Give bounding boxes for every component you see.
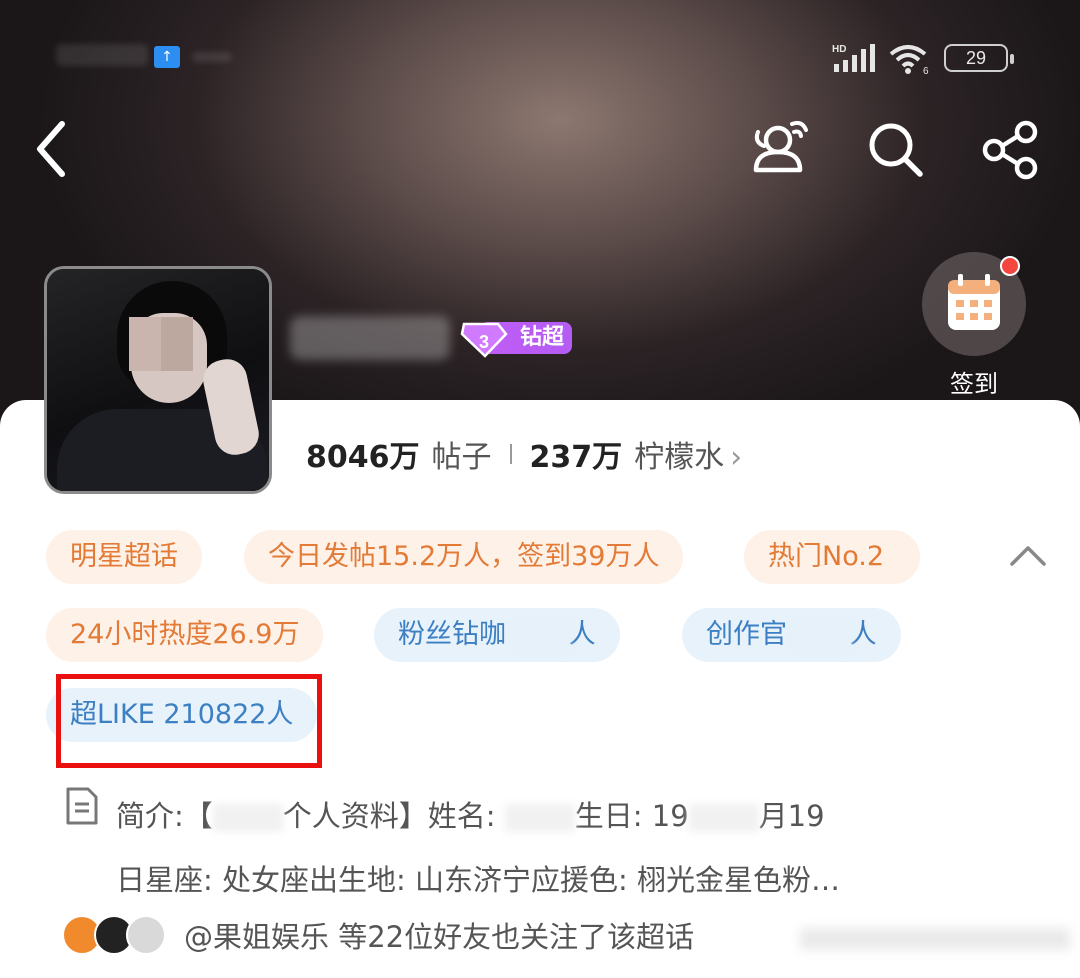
intro-prefix: 简介:【 <box>116 799 213 833</box>
tag-creator-label: 创作官 <box>706 619 787 650</box>
checkin-label: 签到 <box>950 370 998 398</box>
tag-hot-rank[interactable]: 热门No.2 <box>744 530 920 584</box>
intro-profile: 个人资料】姓名: <box>282 799 496 833</box>
notification-dot <box>1000 256 1020 276</box>
search-icon[interactable] <box>862 116 928 182</box>
intro-birthday-end: 月19 <box>758 799 825 833</box>
fan-diamond-count-blurred <box>514 622 569 649</box>
topic-stats: 8046万 帖子 237万 柠檬水 › <box>306 432 742 476</box>
fans-label[interactable]: 柠檬水 › <box>634 432 742 476</box>
friends-text: @果姐娱乐 等22位好友也关注了该超话 <box>184 920 695 954</box>
topic-intro[interactable]: 简介:【 个人资料】姓名: 生日: 19 月19 日星座: 处女座出生地: 山东济宁… <box>116 784 996 912</box>
back-chevron-icon[interactable] <box>30 118 76 180</box>
intro-name-blurred <box>212 804 283 832</box>
friends-tail-blurred <box>800 928 1070 950</box>
topic-name-blurred <box>290 316 450 360</box>
intro-birthyear-blurred <box>688 804 759 832</box>
tag-hot-rank-label: 热门No.2 <box>768 541 885 572</box>
tag-fan-diamond-label: 粉丝钻咖 <box>398 619 506 650</box>
friends-following[interactable]: @果姐娱乐 等22位好友也关注了该超话 <box>62 910 694 960</box>
svg-text:6: 6 <box>923 66 929 76</box>
friend-avatar <box>126 915 166 955</box>
intro-birthday: 生日: 19 <box>574 799 689 833</box>
upload-indicator-icon: ↑ <box>154 46 180 68</box>
tag-24h-heat-label: 24小时热度26.9万 <box>70 619 300 650</box>
status-bar: ↑ HD 6 29 <box>0 38 1080 78</box>
tag-daily-posts-label: 今日发帖15.2万人，签到39万人 <box>268 541 660 572</box>
tag-fan-diamond-suffix: 人 <box>568 619 596 650</box>
tag-24h-heat[interactable]: 24小时热度26.9万 <box>46 608 324 662</box>
avatar[interactable] <box>44 266 272 494</box>
intro-fullname-blurred <box>504 804 575 832</box>
tag-star-topic-label: 明星超话 <box>70 541 178 572</box>
fans-label-text: 柠檬水 <box>634 440 725 475</box>
tag-daily-posts[interactable]: 今日发帖15.2万人，签到39万人 <box>244 530 684 584</box>
checkin-button[interactable]: 签到 <box>920 252 1028 398</box>
status-time-blurred <box>56 44 148 66</box>
status-dots-blurred <box>192 52 232 62</box>
stats-divider <box>509 444 512 464</box>
intro-line-1: 简介:【 个人资料】姓名: 生日: 19 月19 <box>116 784 996 848</box>
tag-star-topic[interactable]: 明星超话 <box>46 530 202 584</box>
diamond-gem-icon: 3 <box>460 322 508 358</box>
diamond-super-badge[interactable]: 钻超 3 <box>458 318 574 358</box>
tag-creator[interactable]: 创作官 人 <box>682 608 901 662</box>
wifi-icon: 6 <box>889 45 929 76</box>
chevron-right-icon: › <box>730 440 743 475</box>
posts-label: 帖子 <box>431 440 492 475</box>
creator-count-blurred <box>795 622 850 649</box>
posts-count: 8046万 <box>306 440 420 475</box>
fans-count: 237万 <box>529 440 623 475</box>
checkin-circle <box>922 252 1026 356</box>
svg-text:3: 3 <box>479 332 489 352</box>
battery-indicator: 29 <box>944 44 1014 72</box>
highlight-box <box>56 674 322 768</box>
intro-line-2: 日星座: 处女座出生地: 山东济宁应援色: 栩光金星色粉… <box>116 863 840 897</box>
svg-text:HD: HD <box>832 44 846 55</box>
chevron-up-icon[interactable] <box>1006 540 1050 570</box>
cellular-signal-icon: HD <box>832 44 875 72</box>
tag-creator-suffix: 人 <box>849 619 877 650</box>
tag-fan-diamond[interactable]: 粉丝钻咖 人 <box>374 608 620 662</box>
document-icon <box>66 787 98 825</box>
chat-bubbles-icon[interactable] <box>746 116 812 182</box>
share-icon[interactable] <box>978 116 1044 182</box>
avatar-mosaic <box>129 317 193 371</box>
